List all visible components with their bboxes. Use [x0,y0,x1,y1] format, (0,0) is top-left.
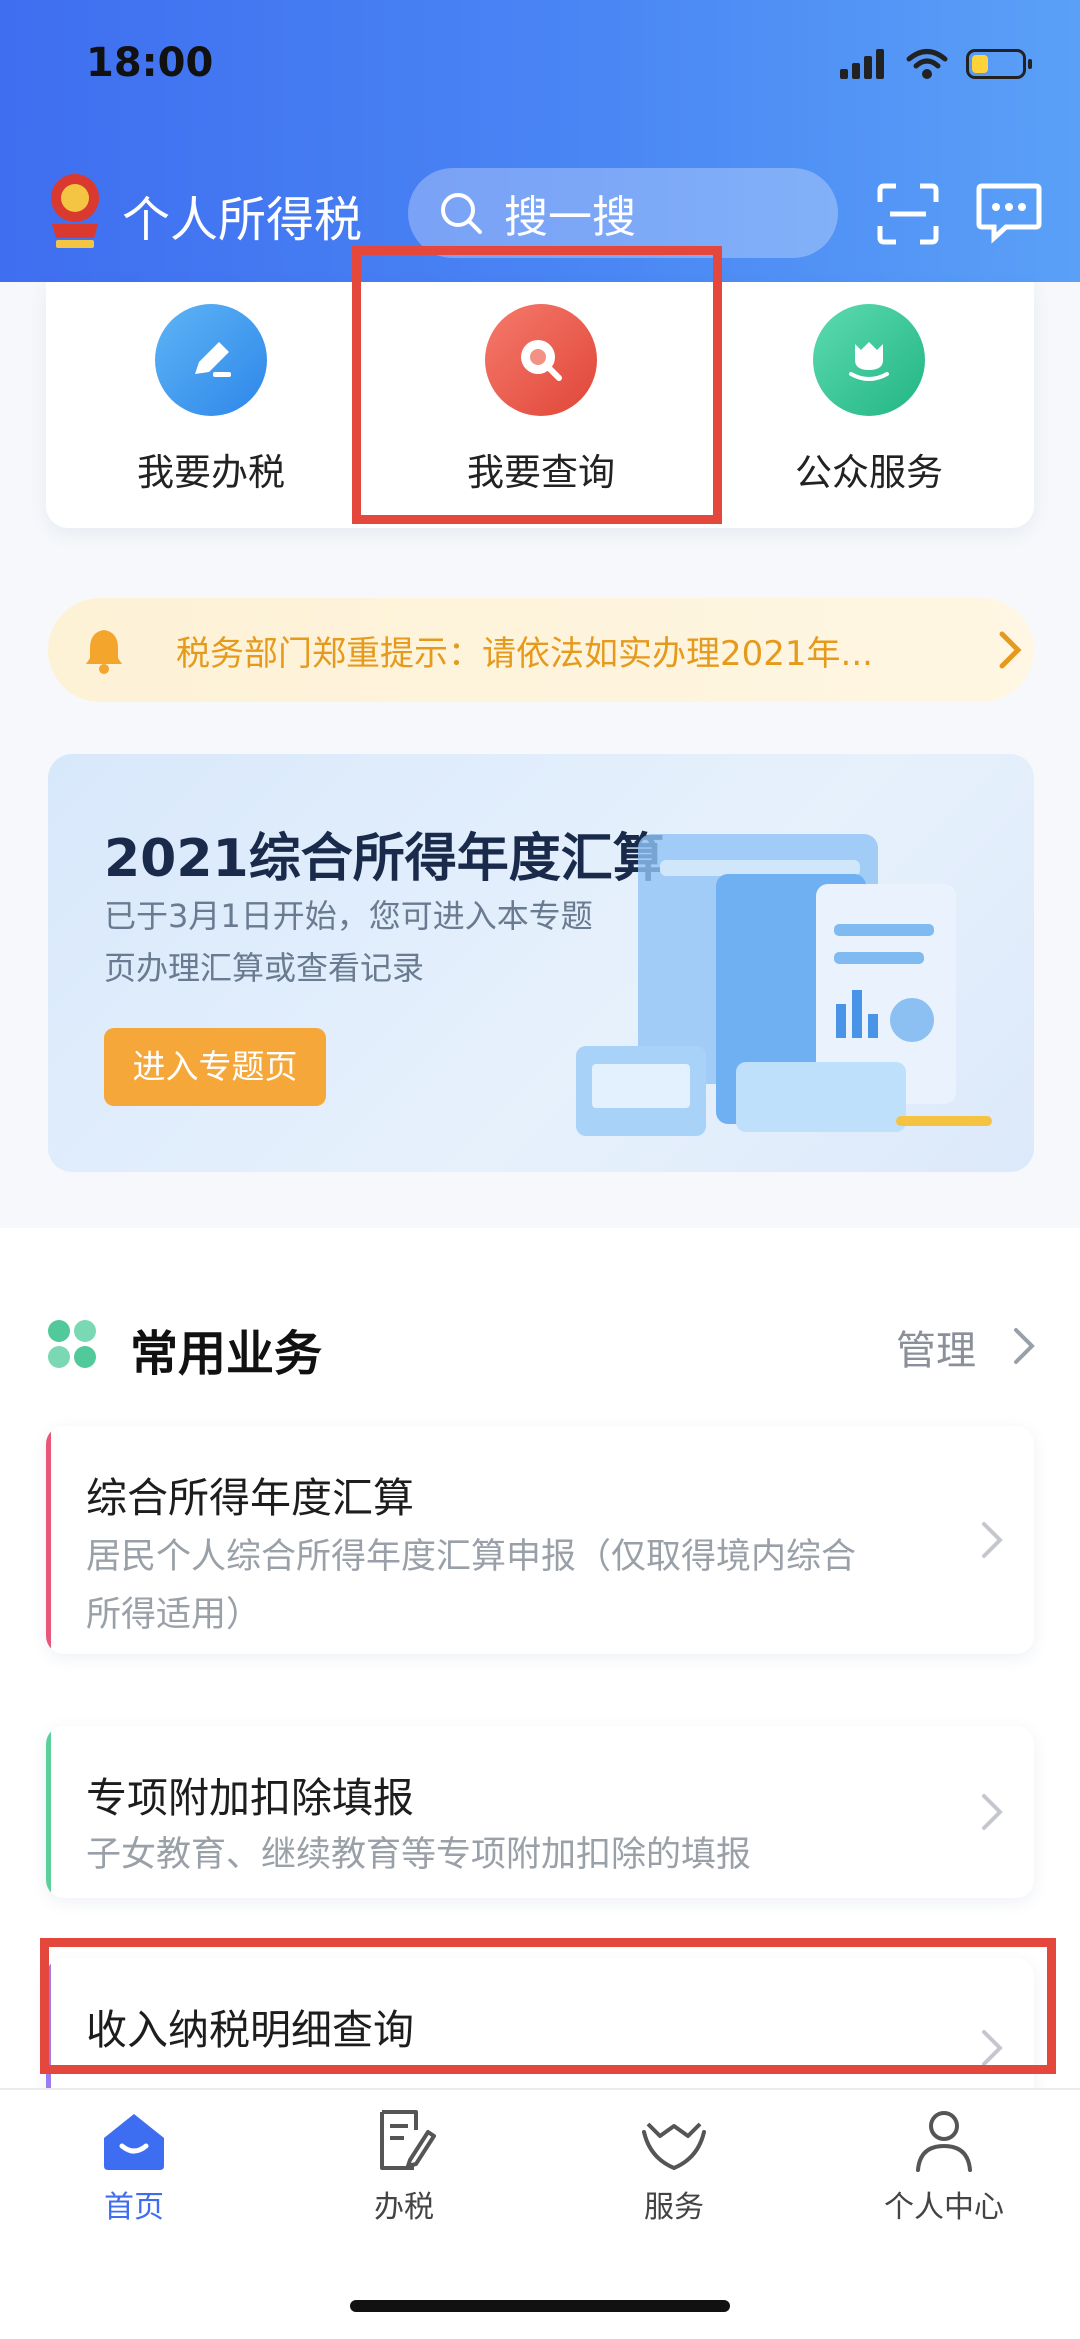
chevron-right-icon[interactable] [1012,1326,1036,1366]
status-icons [840,48,1032,80]
accent-bar [46,1426,51,1654]
description-line: 所得适用） [86,1595,262,1635]
document-edit-icon [380,2110,436,2170]
business-item-title: 专项附加扣除填报 [86,1774,414,1822]
accent-bar [46,1726,51,1898]
chevron-right-icon [999,631,1022,669]
pencil-icon [155,304,267,416]
tab-label: 首页 [104,2190,164,2225]
home-indicator [350,2300,730,2312]
bell-icon [86,630,122,674]
notice-text: 税务部门郑重提示：请依法如实办理2021年... [176,633,873,674]
battery-icon [966,49,1032,79]
quick-action-tax[interactable]: 我要办税 [46,304,376,496]
home-icon [104,2114,164,2170]
business-item-annual-settlement[interactable]: 综合所得年度汇算 居民个人综合所得年度汇算申报（仅取得境内综合 所得适用） [46,1426,1034,1654]
business-item-description: 居民个人综合所得年度汇算申报（仅取得境内综合 所得适用） [86,1528,956,1644]
business-item-special-deduction[interactable]: 专项附加扣除填报 子女教育、继续教育等专项附加扣除的填报 [46,1726,1034,1898]
person-icon [916,2111,972,2172]
search-icon [441,193,482,234]
chevron-right-icon [982,1794,1003,1830]
common-business-header: 常用业务 管理 [46,1312,1036,1382]
description-line: 居民个人综合所得年度汇算申报（仅取得境内综合 [86,1537,857,1577]
tab-label: 个人中心 [884,2190,1004,2225]
annual-settlement-banner[interactable]: 2021综合所得年度汇算 已于3月1日开始，您可进入本专题 页办理汇算或查看记录… [48,754,1034,1172]
tax-emblem-icon [51,174,99,248]
tab-tax[interactable]: 办税 [304,2108,504,2226]
chevron-right-icon [982,1522,1003,1558]
enter-topic-button[interactable]: 进入专题页 [104,1028,326,1106]
manage-link[interactable]: 管理 [896,1318,976,1376]
search-bar[interactable]: 搜一搜 [408,168,838,258]
status-time: 18:00 [86,40,214,86]
message-icon[interactable] [976,180,1042,244]
scan-icon[interactable] [876,182,940,246]
quick-action-public-service[interactable]: 公众服务 [704,304,1034,496]
business-item-title: 综合所得年度汇算 [86,1474,414,1522]
tab-home[interactable]: 首页 [34,2108,234,2226]
description-line: 子女教育、继续教育等专项附加扣除的填报 [86,1835,752,1875]
tab-label: 服务 [644,2190,704,2225]
wifi-icon [906,49,948,79]
app-title: 个人所得税 [122,192,363,248]
clover-icon [48,1320,96,1368]
quick-action-label: 我要办税 [137,451,285,494]
highlight-box-query [352,246,722,524]
search-placeholder: 搜一搜 [504,192,636,243]
app-header: 18:00 个人所得税 搜一搜 [0,0,1080,282]
tab-label: 办税 [374,2190,434,2225]
cellular-signal-icon [840,49,884,79]
heart-hands-icon [642,2122,706,2171]
section-title: 常用业务 [130,1326,323,1382]
highlight-box-income-query [40,1938,1056,2074]
tab-personal-center[interactable]: 个人中心 [844,2108,1044,2226]
business-item-description: 子女教育、继续教育等专项附加扣除的填报 [86,1826,956,1884]
notice-bar[interactable]: 税务部门郑重提示：请依法如实办理2021年... [48,598,1034,702]
quick-action-label: 公众服务 [795,451,943,494]
tab-service[interactable]: 服务 [574,2108,774,2226]
tulip-icon [813,304,925,416]
documents-illustration [576,834,992,1136]
